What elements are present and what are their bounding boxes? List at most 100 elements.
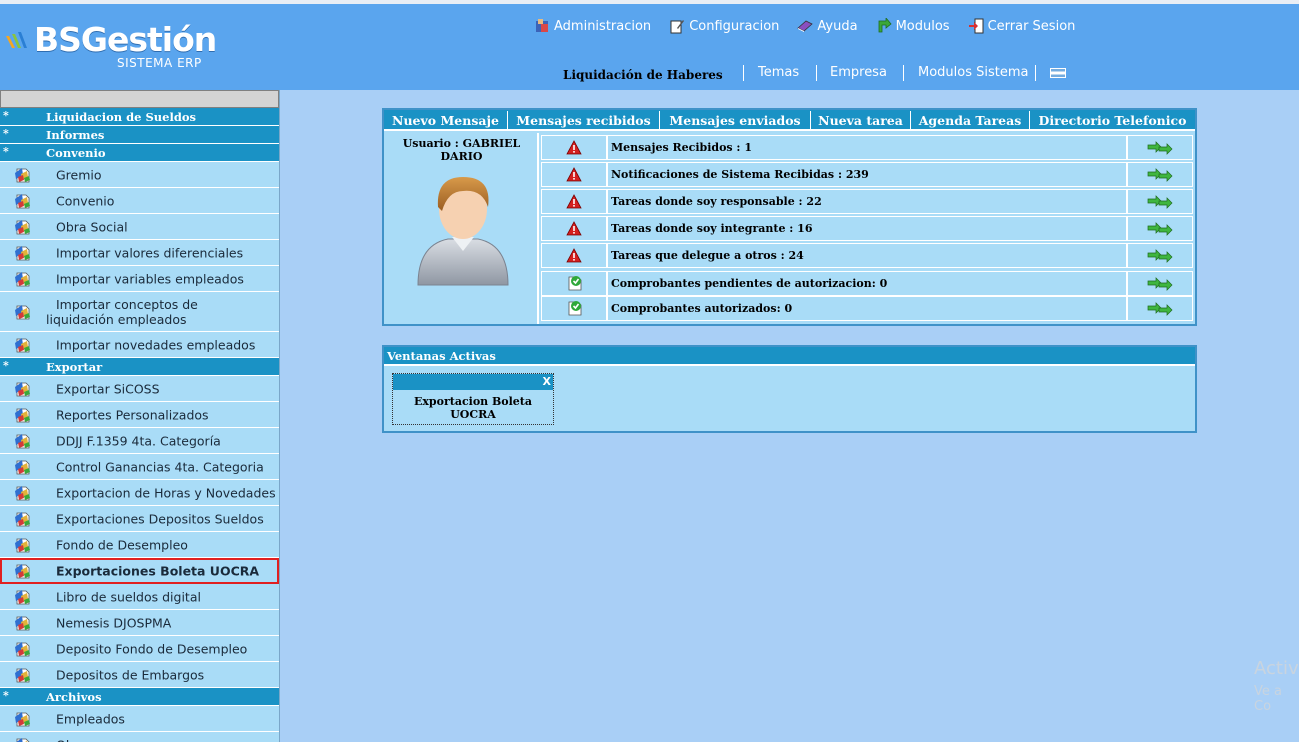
sidebar-item[interactable]: Importar valores diferenciales xyxy=(0,240,279,266)
module-item-icon xyxy=(14,219,32,235)
sidebar-item[interactable]: Exportaciones Boleta UOCRA xyxy=(0,558,279,584)
sidebar-item-label: Gremio xyxy=(56,167,102,182)
sidebar-item[interactable]: Deposito Fondo de Desempleo xyxy=(0,636,279,662)
sidebar-scroll-handle[interactable] xyxy=(0,90,279,108)
menu-ayuda[interactable]: Ayuda xyxy=(797,18,858,34)
module-title: Liquidación de Haberes xyxy=(563,68,723,82)
sidebar-item[interactable]: Importar novedades empleados xyxy=(0,332,279,358)
notification-go-button[interactable] xyxy=(1127,135,1193,160)
sidebar-item-label: Reportes Personalizados xyxy=(56,407,209,422)
notification-go-button[interactable] xyxy=(1127,243,1193,268)
sidebar-item-label: Nemesis DJOSPMA xyxy=(56,615,172,630)
category-label: Archivos xyxy=(46,690,102,704)
sidebar-item[interactable]: Obra Social xyxy=(0,214,279,240)
notification-go-button[interactable] xyxy=(1127,189,1193,214)
sidebar-item-label: Importar conceptos de liquidación emplea… xyxy=(46,296,198,327)
module-item-icon xyxy=(14,271,32,287)
sidebar-category-archivos[interactable]: * Archivos xyxy=(0,688,279,706)
tab-agenda-tareas[interactable]: Agenda Tareas xyxy=(911,111,1030,130)
sidebar-item-label: Convenio xyxy=(56,193,115,208)
sidebar-category-convenio[interactable]: * Convenio xyxy=(0,144,279,162)
tab-nuevo-mensaje[interactable]: Nuevo Mensaje xyxy=(384,111,508,130)
flag-icon[interactable] xyxy=(1050,68,1066,78)
sidebar-item[interactable]: DDJJ F.1359 4ta. Categoría xyxy=(0,428,279,454)
notification-go-button[interactable] xyxy=(1127,216,1193,241)
sidebar-item[interactable]: Exportar SiCOSS xyxy=(0,376,279,402)
sidebar-item[interactable]: Fondo de Desempleo xyxy=(0,532,279,558)
sidebar-item[interactable]: Convenio xyxy=(0,188,279,214)
module-item-icon xyxy=(14,641,32,657)
link-empresa[interactable]: Empresa xyxy=(830,65,887,80)
category-label: Convenio xyxy=(46,146,106,160)
sidebar-item[interactable]: Exportaciones Depositos Sueldos xyxy=(0,506,279,532)
go-arrow-icon xyxy=(1147,248,1173,263)
sidebar-category-liquidacion[interactable]: * Liquidacion de Sueldos xyxy=(0,108,279,126)
exportar-list: Exportar SiCOSS Reportes Personalizados DD… xyxy=(0,376,279,688)
notification-go-button[interactable] xyxy=(1127,271,1193,296)
sidebar-item[interactable]: Empleados xyxy=(0,706,279,732)
menu-label: Modulos xyxy=(895,18,950,34)
notification-row: Tareas donde soy integrante : 16 xyxy=(541,216,1195,241)
sidebar-item[interactable]: Exportacion de Horas y Novedades xyxy=(0,480,279,506)
sidebar-item[interactable]: Nemesis DJOSPMA xyxy=(0,610,279,636)
notification-go-button[interactable] xyxy=(1127,296,1193,321)
menu-administracion[interactable]: Administracion xyxy=(534,18,651,34)
tab-mensajes-recibidos[interactable]: Mensajes recibidos xyxy=(508,111,660,130)
go-arrow-icon xyxy=(1147,301,1173,316)
sidebar-item-label: Importar valores diferenciales xyxy=(56,245,244,260)
sidebar-item[interactable]: Depositos de Embargos xyxy=(0,662,279,688)
tab-nueva-tarea[interactable]: Nueva tarea xyxy=(811,111,911,130)
sidebar-item-label: DDJJ F.1359 4ta. Categoría xyxy=(56,433,221,448)
watermark-line1: Activ xyxy=(1254,658,1299,679)
notification-text: Tareas donde soy responsable : 22 xyxy=(607,189,1127,214)
sidebar-item-label: Obra Social xyxy=(56,219,128,234)
category-label: Informes xyxy=(46,128,105,142)
module-item-icon xyxy=(14,337,32,353)
bullet: * xyxy=(3,127,9,140)
sidebar-category-informes[interactable]: * Informes xyxy=(0,126,279,144)
sidebar-item[interactable]: Importar variables empleados xyxy=(0,266,279,292)
header: BSGestión SISTEMA ERP Administracion Con… xyxy=(0,4,1299,90)
module-item-icon xyxy=(14,245,32,261)
sidebar-item[interactable]: Control Ganancias 4ta. Categoria xyxy=(0,454,279,480)
active-window-item[interactable]: X Exportacion Boleta UOCRA xyxy=(392,373,554,425)
separator xyxy=(816,65,817,81)
notification-go-button[interactable] xyxy=(1127,162,1193,187)
window-close-button[interactable]: X xyxy=(393,374,553,390)
tab-mensajes-enviados[interactable]: Mensajes enviados xyxy=(660,111,811,130)
separator xyxy=(743,65,744,81)
go-arrow-icon xyxy=(1147,276,1173,291)
notification-row: Notificaciones de Sistema Recibidas : 23… xyxy=(541,162,1195,187)
module-item-icon xyxy=(14,381,32,397)
convenio-list: Gremio Convenio Obra Social Importar valore… xyxy=(0,162,279,358)
module-item-icon xyxy=(14,193,32,209)
sidebar-item[interactable]: Gremio xyxy=(0,162,279,188)
go-arrow-icon xyxy=(1147,167,1173,182)
menu-label: Administracion xyxy=(554,18,652,34)
sidebar: * Liquidacion de Sueldos * Informes * Conve… xyxy=(0,90,280,742)
notification-status-cell xyxy=(541,296,607,321)
menu-cerrar-sesion[interactable]: Cerrar Sesion xyxy=(968,18,1075,34)
go-arrow-icon xyxy=(1147,140,1173,155)
separator xyxy=(1035,65,1036,81)
menu-modulos[interactable]: Modulos xyxy=(876,18,950,34)
sidebar-item[interactable]: Reportes Personalizados xyxy=(0,402,279,428)
sidebar-category-exportar[interactable]: * Exportar xyxy=(0,358,279,376)
menu-configuracion[interactable]: Configuracion xyxy=(669,18,779,34)
sidebar-item-label: Deposito Fondo de Desempleo xyxy=(56,641,248,656)
sidebar-item-label: Exportaciones Boleta UOCRA xyxy=(56,563,260,578)
logout-icon xyxy=(968,18,984,34)
link-modulos-sistema[interactable]: Modulos Sistema xyxy=(918,65,1029,80)
window-title[interactable]: Exportacion Boleta UOCRA xyxy=(393,395,553,421)
sidebar-item[interactable]: Importar conceptos de liquidación emplea… xyxy=(0,292,279,332)
sidebar-item[interactable]: Libro de sueldos digital xyxy=(0,584,279,610)
bullet: * xyxy=(3,359,9,372)
dashboard-panel: Nuevo Mensaje Mensajes recibidos Mensaje… xyxy=(382,108,1197,326)
tab-directorio-telefonico[interactable]: Directorio Telefonico xyxy=(1030,111,1195,130)
link-temas[interactable]: Temas xyxy=(758,65,799,80)
sidebar-item-label: Importar novedades empleados xyxy=(56,337,256,352)
notification-row: Comprobantes autorizados: 0 xyxy=(541,296,1195,321)
notification-row: Tareas donde soy responsable : 22 xyxy=(541,189,1195,214)
sub-bar: Liquidación de Haberes Temas Empresa Mod… xyxy=(0,64,1299,86)
sidebar-item[interactable]: Obra xyxy=(0,732,279,742)
